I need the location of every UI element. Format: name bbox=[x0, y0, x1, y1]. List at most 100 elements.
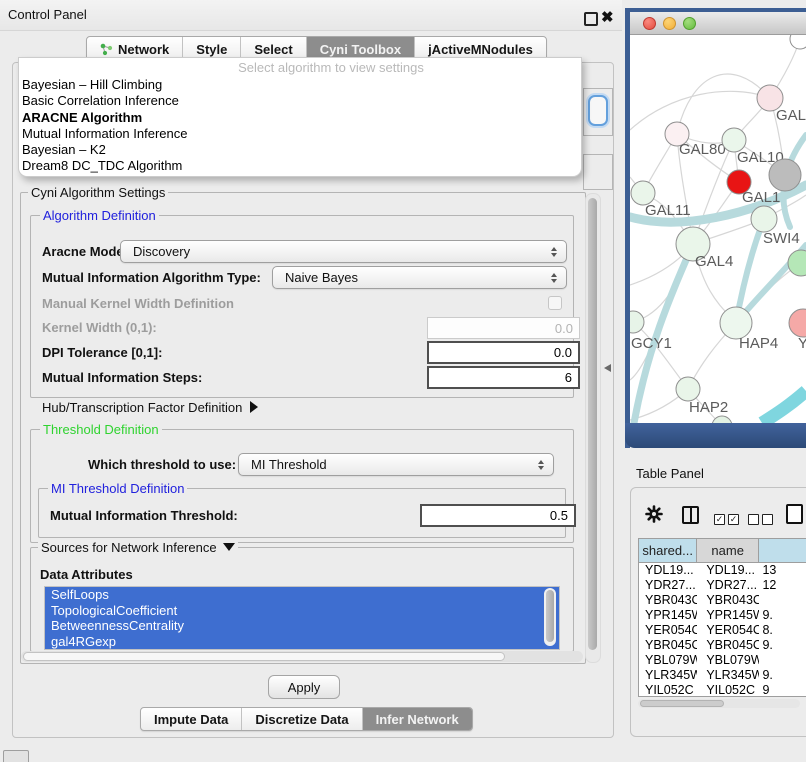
network-node[interactable] bbox=[788, 250, 806, 276]
table-row[interactable]: YPR145WYPR145W9. bbox=[639, 608, 806, 623]
table-cell[interactable]: YIL052C bbox=[639, 683, 697, 697]
dpi-tolerance-field[interactable]: 0.0 bbox=[427, 341, 580, 364]
table-cell[interactable]: YBR043C bbox=[697, 593, 759, 608]
settings-scrollbar-thumb[interactable] bbox=[588, 198, 597, 650]
manual-kernel-checkbox[interactable] bbox=[548, 296, 562, 310]
table-row[interactable]: YER054CYER054C8. bbox=[639, 623, 806, 638]
table-cell[interactable]: 9. bbox=[759, 608, 806, 623]
algorithm-option[interactable]: Bayesian – Hill Climbing bbox=[22, 77, 562, 93]
hub-definition-expander[interactable]: Hub/Transcription Factor Definition bbox=[42, 400, 258, 415]
deselect-all-checkboxes-icon[interactable] bbox=[748, 509, 776, 527]
table-row[interactable]: YIL052CYIL052C9 bbox=[639, 683, 806, 697]
focused-help-button[interactable] bbox=[588, 95, 608, 126]
mi-steps-field[interactable]: 6 bbox=[427, 366, 580, 389]
algorithm-option[interactable]: Dream8 DC_TDC Algorithm bbox=[22, 158, 562, 174]
bottom-left-mini-button[interactable] bbox=[3, 750, 29, 762]
table-cell[interactable]: YBL079W bbox=[697, 653, 759, 668]
table-cell[interactable]: YBR045C bbox=[697, 638, 759, 653]
columns-icon[interactable] bbox=[682, 506, 699, 524]
collapse-down-icon bbox=[223, 543, 235, 551]
aracne-mode-select[interactable]: Discovery bbox=[120, 240, 567, 263]
table-cell[interactable]: YBR043C bbox=[639, 593, 697, 608]
table-cell[interactable]: YDR27... bbox=[697, 578, 759, 593]
table-cell[interactable]: 9. bbox=[759, 638, 806, 653]
network-node[interactable] bbox=[751, 206, 777, 232]
network-window-titlebar[interactable] bbox=[630, 12, 806, 35]
table-cell[interactable]: 9 bbox=[759, 683, 806, 697]
network-node[interactable] bbox=[790, 35, 806, 49]
data-attribute-item[interactable]: TopologicalCoefficient bbox=[45, 603, 559, 619]
table-row[interactable]: YLR345WYLR345W9. bbox=[639, 668, 806, 683]
sources-legend[interactable]: Sources for Network Inference bbox=[38, 540, 238, 555]
table-row[interactable]: YBR043CYBR043C bbox=[639, 593, 806, 608]
table-hscrollbar-track[interactable] bbox=[638, 699, 800, 708]
table-cell[interactable] bbox=[759, 653, 806, 668]
select-all-checkboxes-icon[interactable]: ✓✓ bbox=[714, 509, 742, 527]
gear-icon[interactable] bbox=[645, 505, 663, 523]
table-cell[interactable]: YBL079W bbox=[639, 653, 697, 668]
bottom-tab-bar: Impute Data Discretize Data Infer Networ… bbox=[140, 707, 473, 731]
table-row[interactable]: YBL079WYBL079W bbox=[639, 653, 806, 668]
table-cell[interactable]: 13 bbox=[759, 563, 806, 578]
float-panel-icon[interactable] bbox=[584, 12, 598, 26]
mi-steps-label: Mutual Information Steps: bbox=[42, 370, 202, 385]
data-attribute-item[interactable]: SelfLoops bbox=[45, 587, 559, 603]
column-header-shared-name[interactable]: shared... bbox=[639, 539, 697, 562]
attributes-scrollbar-track[interactable] bbox=[544, 588, 556, 646]
close-panel-icon[interactable]: ✖ bbox=[601, 8, 614, 26]
table-hscrollbar-thumb[interactable] bbox=[640, 700, 724, 707]
column-header-name[interactable]: name bbox=[697, 539, 759, 562]
table-cell[interactable]: YLR345W bbox=[639, 668, 697, 683]
table-cell[interactable]: YPR145W bbox=[697, 608, 759, 623]
zoom-window-icon[interactable] bbox=[683, 17, 696, 30]
table-cell[interactable]: YPR145W bbox=[639, 608, 697, 623]
tab-infer-network[interactable]: Infer Network bbox=[363, 708, 472, 730]
network-node[interactable] bbox=[712, 416, 732, 423]
table-cell[interactable]: 9. bbox=[759, 668, 806, 683]
tab-impute-data[interactable]: Impute Data bbox=[141, 708, 242, 730]
table-row[interactable]: YBR045CYBR045C9. bbox=[639, 638, 806, 653]
data-attribute-item[interactable]: gal4RGexp bbox=[45, 634, 559, 650]
algorithm-option[interactable]: Mutual Information Inference bbox=[22, 126, 562, 142]
tab-discretize-data[interactable]: Discretize Data bbox=[242, 708, 362, 730]
table-cell[interactable]: YDL19... bbox=[639, 563, 697, 578]
algorithm-option[interactable]: ARACNE Algorithm bbox=[22, 110, 562, 126]
table-cell[interactable] bbox=[759, 593, 806, 608]
table-cell[interactable]: 12 bbox=[759, 578, 806, 593]
network-node[interactable] bbox=[769, 159, 801, 191]
table-row[interactable]: YDR27...YDR27...12 bbox=[639, 578, 806, 593]
column-header-third[interactable] bbox=[759, 539, 806, 562]
table-cell[interactable]: YLR345W bbox=[697, 668, 759, 683]
minimize-window-icon[interactable] bbox=[663, 17, 676, 30]
settings-hscrollbar-thumb[interactable] bbox=[23, 652, 505, 661]
network-view[interactable]: GALGAL80GAL10GAL1GAL11SWI4GAL4GCY1HAP4YH… bbox=[630, 35, 806, 423]
mouse-cursor bbox=[604, 364, 611, 372]
which-threshold-select[interactable]: MI Threshold bbox=[238, 453, 554, 476]
table-cell[interactable]: YER054C bbox=[697, 623, 759, 638]
control-panel-header[interactable] bbox=[0, 0, 622, 31]
data-attributes-list[interactable]: SelfLoopsTopologicalCoefficientBetweenne… bbox=[44, 586, 560, 650]
table-cell[interactable]: YBR045C bbox=[639, 638, 697, 653]
attributes-scrollbar-thumb[interactable] bbox=[546, 590, 554, 642]
table-body: YDL19...YDL19...13YDR27...YDR27...12YBR0… bbox=[639, 563, 806, 697]
kernel-width-field[interactable]: 0.0 bbox=[427, 317, 580, 339]
mi-threshold-field[interactable]: 0.5 bbox=[420, 504, 576, 527]
table-cell[interactable]: YER054C bbox=[639, 623, 697, 638]
settings-scrollbar-track[interactable] bbox=[585, 193, 601, 663]
algorithm-option[interactable]: Bayesian – K2 bbox=[22, 142, 562, 158]
network-node[interactable] bbox=[789, 309, 806, 337]
table-cell[interactable]: YDR27... bbox=[639, 578, 697, 593]
file-icon[interactable] bbox=[786, 504, 803, 524]
table-cell[interactable]: 8. bbox=[759, 623, 806, 638]
data-attribute-item[interactable]: BetweennessCentrality bbox=[45, 618, 559, 634]
table-row[interactable]: YDL19...YDL19...13 bbox=[639, 563, 806, 578]
apply-button[interactable]: Apply bbox=[268, 675, 340, 699]
table-cell[interactable]: YDL19... bbox=[697, 563, 759, 578]
table-header-row: shared... name bbox=[639, 539, 806, 563]
table-cell[interactable]: YIL052C bbox=[697, 683, 759, 697]
mi-type-select[interactable]: Naive Bayes bbox=[272, 266, 567, 289]
algorithm-option[interactable]: Basic Correlation Inference bbox=[22, 93, 562, 109]
network-node[interactable] bbox=[676, 377, 700, 401]
close-window-icon[interactable] bbox=[643, 17, 656, 30]
settings-hscrollbar-track[interactable] bbox=[21, 651, 583, 662]
